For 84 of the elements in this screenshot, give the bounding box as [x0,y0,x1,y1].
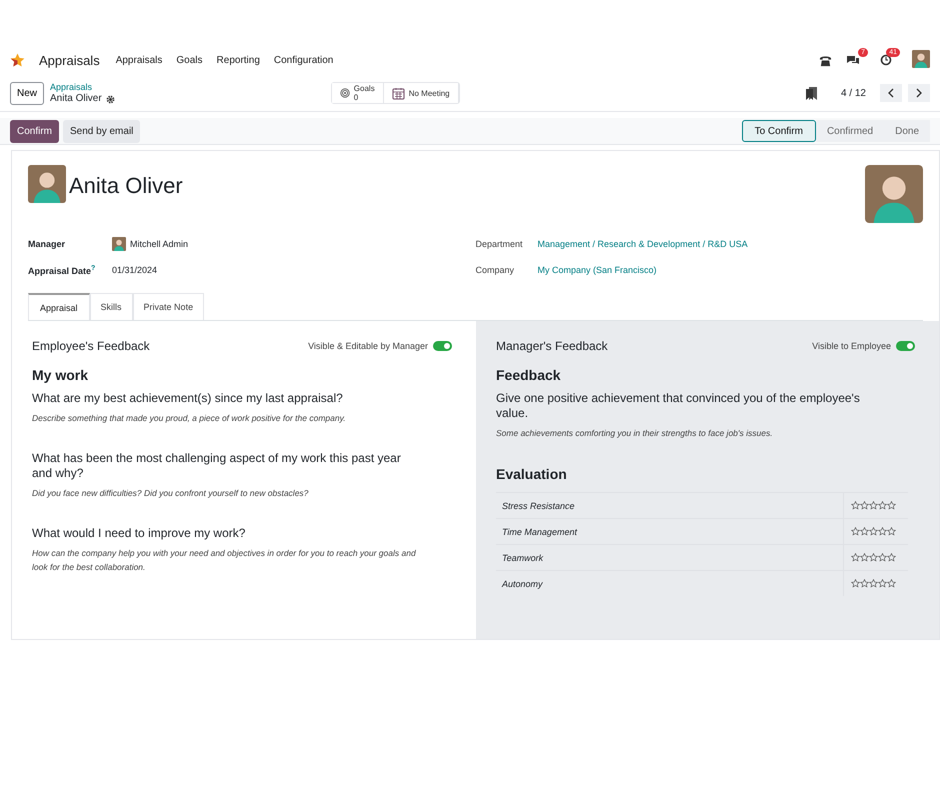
chevron-left-icon [887,88,895,98]
star-icon[interactable] [887,579,896,588]
star-logo-icon[interactable] [10,52,25,68]
field-label: Manager [28,239,66,249]
star-icon[interactable] [887,527,896,536]
question-hint: Some achievements comforting you in their strengths to face job's issues. [496,427,774,440]
goals-smart-button[interactable]: Goals 0 [332,83,384,103]
skill-name: Teamwork [496,544,844,570]
question: Give one positive achievement that convinced you of the employee's value. [496,391,861,421]
section-heading: My work [32,367,90,383]
user-avatar [912,50,930,68]
star-icon[interactable] [878,527,887,536]
target-icon [340,87,350,99]
star-icon[interactable] [878,553,887,562]
chat-icon[interactable] [846,54,860,66]
tab[interactable]: Skills [90,293,133,320]
user-avatar [112,237,126,251]
field-link[interactable]: My Company (San Francisco) [538,265,657,275]
toggle-switch[interactable] [433,341,452,351]
toggle-label: Visible to Employee [812,341,891,351]
question-hint: How can the company help you with your need and objectives in order for you to reach your goals and look for the best collaboration. [32,547,417,574]
new-button[interactable]: New [10,82,44,104]
star-icon[interactable] [887,553,896,562]
toggle-label: Visible & Editable by Manager [308,341,428,351]
star-icon[interactable] [869,579,878,588]
panel-title: Manager's Feedback [496,339,608,353]
menu-item[interactable]: Goals [176,54,203,66]
star-icon[interactable] [869,501,878,510]
menu-item[interactable]: Configuration [274,54,334,66]
status-stage[interactable]: Done [884,120,930,142]
field-link[interactable]: Management / Research & Development / R&D USA [538,239,748,249]
status-stage[interactable]: Confirmed [816,120,884,142]
skill-name: Time Management [496,518,844,544]
toggle-switch[interactable] [896,341,915,351]
calendar-icon [392,86,405,100]
star-icon[interactable] [851,527,860,536]
tab[interactable]: Appraisal [28,293,90,320]
field-value[interactable]: 01/31/2024 [112,265,158,275]
star-icon[interactable] [869,527,878,536]
next-button[interactable] [908,84,930,102]
tab[interactable]: Private Note [132,293,204,320]
skill-name: Stress Resistance [496,492,844,518]
question: What has been the most challenging aspect of my work this past year and why? [32,451,402,481]
star-icon[interactable] [869,553,878,562]
previous-button[interactable] [880,84,902,102]
star-icon[interactable] [878,579,887,588]
confirm-button[interactable]: Confirm [10,120,60,142]
employee-photo [865,165,923,223]
employee-name: Anita Oliver [69,173,183,199]
field-label: Department [476,239,524,249]
star-icon[interactable] [851,501,860,510]
phone-icon[interactable] [819,54,832,66]
star-icon[interactable] [860,579,869,588]
star-icon[interactable] [860,527,869,536]
chevron-right-icon [915,88,923,98]
field-value[interactable]: Mitchell Admin [130,239,188,249]
status-stage[interactable]: To Confirm [742,120,816,142]
breadcrumb-current: Anita Oliver [50,93,102,105]
bookmark-icon[interactable] [806,86,817,100]
star-icon[interactable] [851,579,860,588]
employee-photo [28,165,66,203]
section-heading: Evaluation [496,466,568,482]
section-heading: Feedback [496,367,562,383]
pager-value[interactable]: 4 / 12 [840,88,866,98]
breadcrumb-link[interactable]: Appraisals [50,81,115,93]
menu-item[interactable]: Reporting [216,54,260,66]
question: What are my best achievement(s) since my last appraisal? [32,391,344,406]
settings-icon[interactable] [106,94,115,104]
clock-icon[interactable] [880,54,892,66]
star-icon[interactable] [860,501,869,510]
menu-item[interactable]: Appraisals [116,54,162,66]
app-name[interactable]: Appraisals [39,52,100,68]
question-hint: Describe something that made you proud, a piece of work positive for the company. [32,412,347,425]
skill-name: Autonomy [496,570,844,596]
field-label: Appraisal Date$^{?}$ [28,264,96,276]
question: What would I need to improve my work? [32,526,246,541]
star-icon[interactable] [860,553,869,562]
question-hint: Did you face new difficulties? Did you confront yourself to new obstacles? [32,487,310,500]
panel-title: Employee's Feedback [32,339,150,353]
send-email-button[interactable]: Send by email [63,120,140,142]
star-icon[interactable] [878,501,887,510]
field-label: Company [476,265,516,275]
star-icon[interactable] [887,501,896,510]
star-icon[interactable] [851,553,860,562]
